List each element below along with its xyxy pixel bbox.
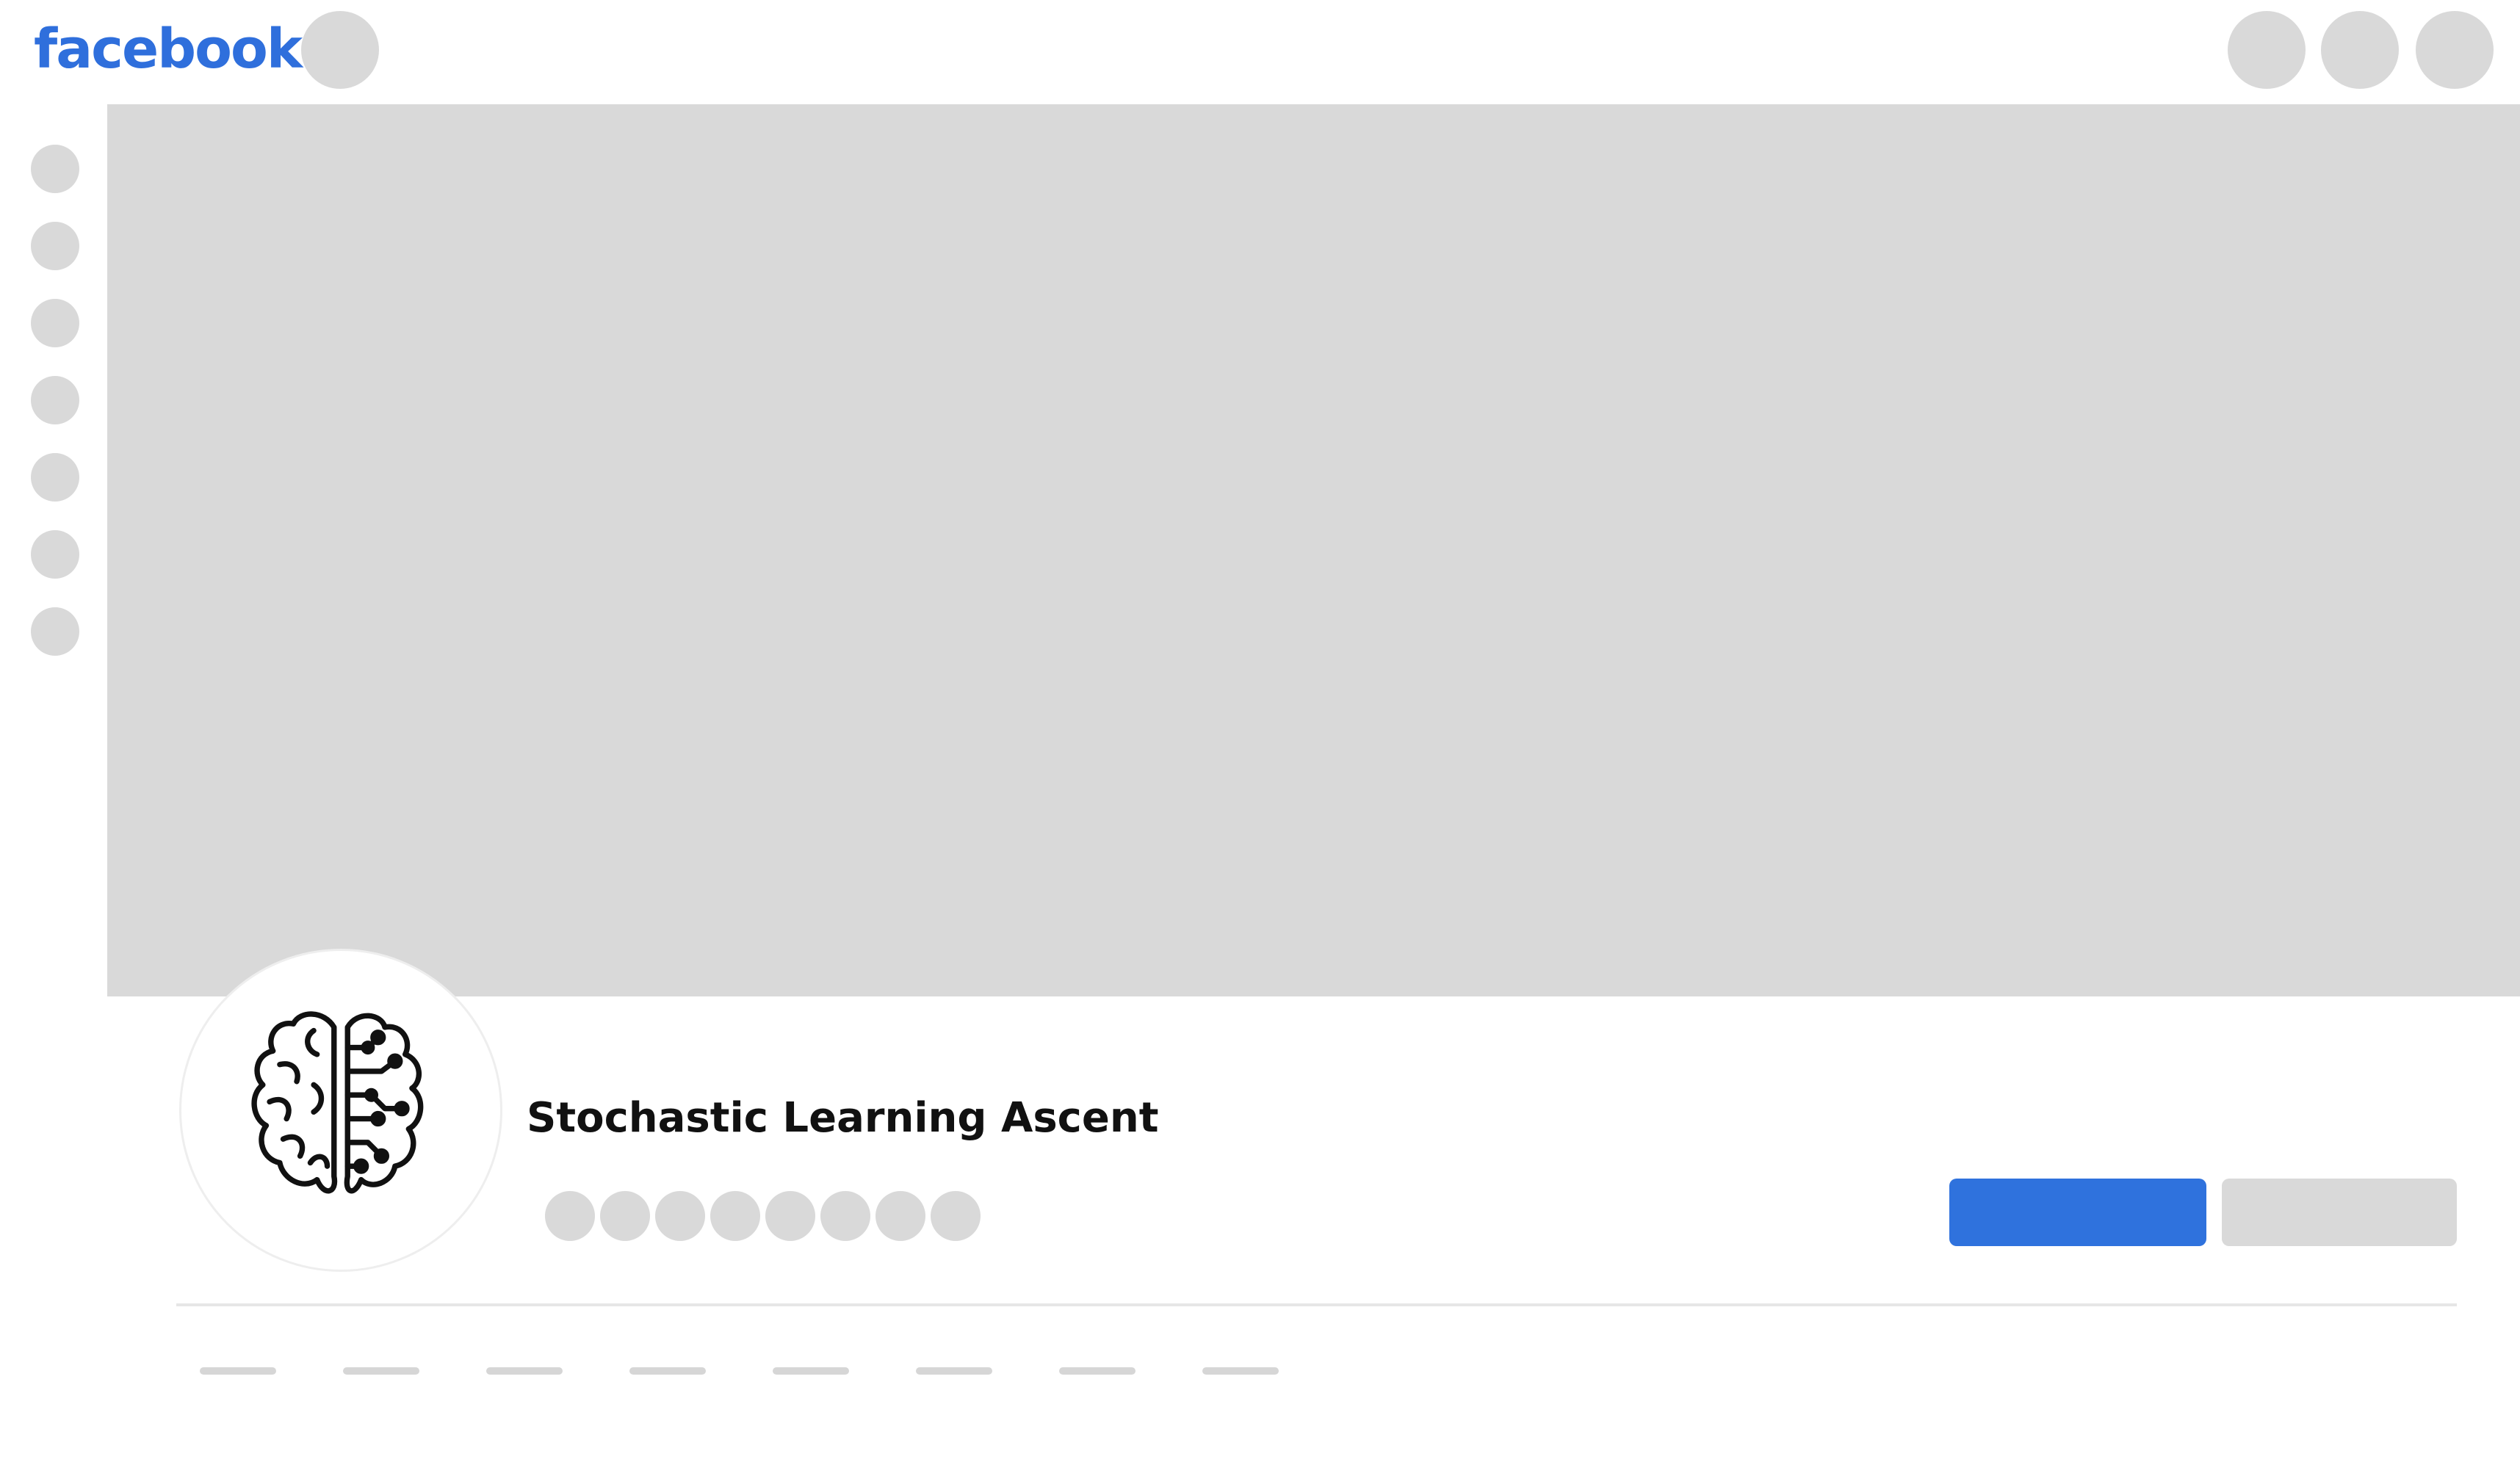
tab-8[interactable]: [1202, 1367, 1279, 1375]
tab-5[interactable]: [773, 1367, 849, 1375]
follower-avatar[interactable]: [875, 1191, 925, 1241]
sidebar-item-5[interactable]: [31, 453, 79, 502]
sidebar-item-1[interactable]: [31, 145, 79, 193]
profile-divider: [176, 1303, 2457, 1306]
follower-avatar[interactable]: [765, 1191, 815, 1241]
follower-avatar[interactable]: [655, 1191, 705, 1241]
tab-1[interactable]: [200, 1367, 276, 1375]
profile-avatar[interactable]: [179, 949, 502, 1272]
tab-6[interactable]: [916, 1367, 992, 1375]
follower-avatar[interactable]: [820, 1191, 870, 1241]
follower-avatar[interactable]: [600, 1191, 650, 1241]
left-sidebar: [31, 145, 81, 684]
tab-2[interactable]: [343, 1367, 419, 1375]
tab-3[interactable]: [486, 1367, 563, 1375]
page-title: Stochastic Learning Ascent: [527, 1094, 1159, 1142]
brain-circuit-icon: [251, 1011, 424, 1194]
follower-avatar[interactable]: [710, 1191, 760, 1241]
search-icon[interactable]: [301, 11, 379, 89]
sidebar-item-3[interactable]: [31, 299, 79, 347]
top-nav-icon-1[interactable]: [2228, 11, 2306, 89]
follower-avatars: [545, 1191, 986, 1241]
primary-action-button[interactable]: [1949, 1179, 2206, 1246]
tab-4[interactable]: [629, 1367, 706, 1375]
facebook-page-mockup: facebook Stochastic Learning Ascent: [0, 0, 2520, 1462]
facebook-logo[interactable]: facebook: [34, 16, 303, 82]
profile-tabs: [200, 1367, 1346, 1375]
cover-photo[interactable]: [107, 104, 2520, 996]
top-nav-icon-2[interactable]: [2321, 11, 2399, 89]
secondary-action-button[interactable]: [2222, 1179, 2457, 1246]
sidebar-item-7[interactable]: [31, 607, 79, 656]
sidebar-item-4[interactable]: [31, 376, 79, 424]
follower-avatar[interactable]: [931, 1191, 981, 1241]
top-nav-icon-3[interactable]: [2416, 11, 2494, 89]
sidebar-item-2[interactable]: [31, 222, 79, 270]
sidebar-item-6[interactable]: [31, 530, 79, 579]
follower-avatar[interactable]: [545, 1191, 595, 1241]
tab-7[interactable]: [1059, 1367, 1136, 1375]
